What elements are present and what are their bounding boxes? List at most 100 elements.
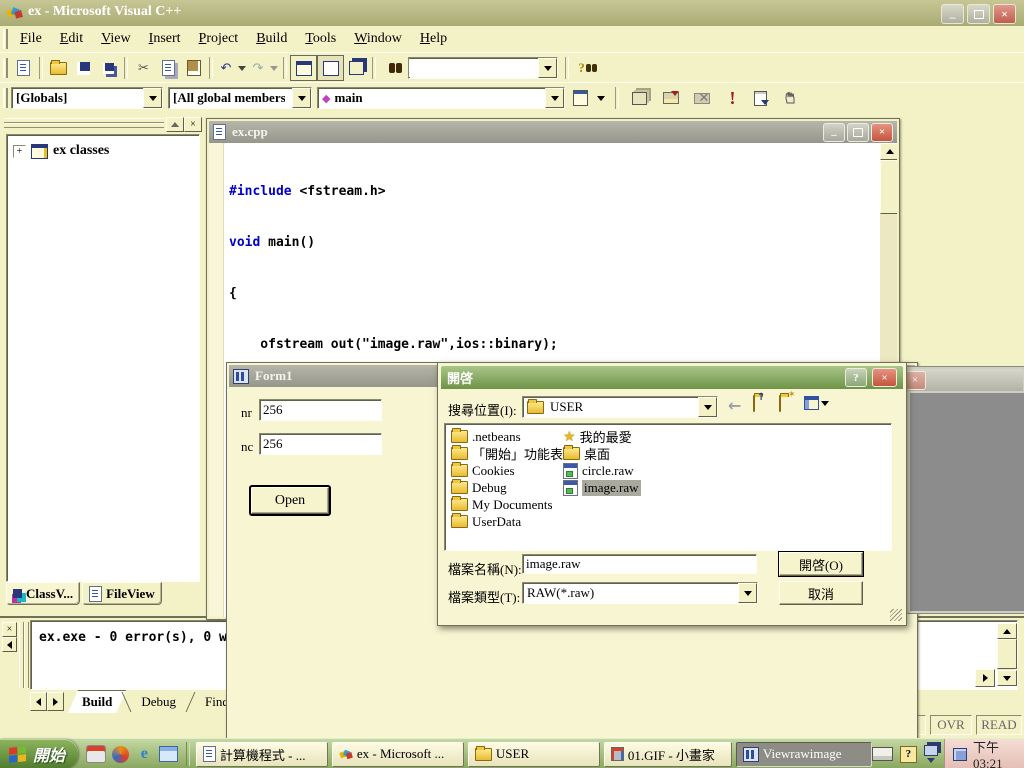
find-combo-dropdown[interactable]: [538, 58, 557, 78]
list-item-selected[interactable]: image.raw: [563, 479, 641, 496]
wizardbar-grip[interactable]: [3, 88, 8, 108]
remote-display-icon[interactable]: [924, 745, 938, 763]
tabs-scroll-left[interactable]: [30, 692, 47, 711]
scroll-thumb[interactable]: [997, 639, 1017, 669]
save-all-icon[interactable]: [96, 56, 121, 80]
member-dropdown[interactable]: [545, 88, 564, 108]
restore-button[interactable]: [967, 4, 990, 24]
help-icon[interactable]: ?: [900, 746, 917, 763]
new-folder-icon[interactable]: ✶: [779, 396, 781, 412]
dialog-cancel-button[interactable]: 取消: [779, 581, 863, 605]
menu-project[interactable]: Project: [190, 27, 248, 51]
output-pane-icon[interactable]: [317, 55, 344, 81]
task-calculator-doc[interactable]: 計算機程式 - ...: [196, 742, 328, 767]
task-user-folder[interactable]: USER: [468, 742, 600, 767]
window-list-icon[interactable]: [344, 56, 369, 80]
scope-combo[interactable]: [Globals]: [11, 87, 163, 109]
view-menu-icon[interactable]: [804, 396, 829, 410]
start-button[interactable]: 開始: [0, 739, 78, 768]
nc-input[interactable]: [259, 433, 382, 455]
close-button[interactable]: ×: [993, 4, 1016, 24]
build-icon[interactable]: [658, 86, 683, 110]
look-in-combo[interactable]: USER: [522, 396, 718, 418]
list-item[interactable]: circle.raw: [563, 462, 641, 479]
menu-file[interactable]: File: [11, 27, 51, 51]
internet-explorer-icon[interactable]: e: [135, 745, 153, 763]
list-item[interactable]: 桌面: [563, 445, 641, 462]
filter-dropdown[interactable]: [292, 88, 311, 108]
keyboard-icon[interactable]: [872, 747, 893, 761]
back-icon[interactable]: ←: [728, 396, 741, 415]
stop-build-icon[interactable]: ✕: [689, 86, 714, 110]
editor-maximize-button[interactable]: [847, 123, 869, 142]
file-type-dropdown[interactable]: [738, 583, 757, 603]
undo-dropdown-icon[interactable]: [236, 56, 248, 80]
filter-combo[interactable]: [All global members: [168, 87, 312, 109]
tree-expand-icon[interactable]: +: [13, 145, 26, 158]
tab-build[interactable]: Build: [68, 690, 126, 713]
editor-title-bar[interactable]: ex.cpp – ×: [209, 121, 897, 143]
up-one-level-icon[interactable]: ↑: [753, 396, 755, 412]
cut-icon[interactable]: ✂: [131, 56, 156, 80]
editor-scroll-thumb[interactable]: [880, 160, 897, 214]
list-item[interactable]: UserData: [451, 513, 563, 530]
dialog-open-button[interactable]: 開啓(O): [779, 552, 863, 576]
menu-build[interactable]: Build: [247, 27, 296, 51]
tab-fileview[interactable]: FileView: [82, 582, 162, 605]
nr-input[interactable]: [259, 399, 382, 421]
paste-icon[interactable]: [181, 56, 206, 80]
insert-breakpoint-icon[interactable]: [778, 86, 803, 110]
tree-root-label[interactable]: ex classes: [53, 143, 109, 159]
find-combo[interactable]: [408, 57, 558, 79]
dialog-close-button[interactable]: ×: [872, 368, 897, 387]
task-paint[interactable]: 01.GIF - 小畫家: [604, 742, 732, 767]
editor-scroll-up-icon[interactable]: [880, 143, 897, 160]
toolbar-grip[interactable]: [3, 58, 8, 78]
output-close-button[interactable]: ×: [2, 622, 17, 637]
copy-icon[interactable]: [156, 56, 181, 80]
menu-view[interactable]: View: [92, 27, 140, 51]
file-type-combo[interactable]: RAW(*.raw): [522, 582, 758, 604]
find-in-files-icon[interactable]: [379, 56, 404, 80]
main-title-bar[interactable]: ex - Microsoft Visual C++ – ×: [0, 0, 1024, 26]
open-dialog-title-bar[interactable]: 開啓 ? ×: [441, 366, 903, 389]
menu-help[interactable]: Help: [411, 27, 456, 51]
outlook-express-icon[interactable]: [159, 746, 178, 762]
find-input[interactable]: [409, 59, 533, 77]
dialog-help-button[interactable]: ?: [845, 368, 867, 387]
menu-insert[interactable]: Insert: [140, 27, 190, 51]
save-icon[interactable]: [71, 56, 96, 80]
panel-grip2[interactable]: [4, 123, 164, 128]
tab-debug[interactable]: Debug: [127, 691, 190, 713]
view-window-close-button[interactable]: ×: [904, 371, 926, 390]
task-viewrawimage[interactable]: Viewrawimage: [736, 742, 872, 767]
undo-icon[interactable]: ↶: [216, 56, 236, 80]
output-grip2[interactable]: [24, 622, 29, 688]
compile-icon[interactable]: [627, 86, 652, 110]
look-in-dropdown[interactable]: [698, 397, 717, 417]
view-window-canvas[interactable]: [910, 393, 1024, 611]
open-file-icon[interactable]: [46, 56, 71, 80]
minimize-button[interactable]: –: [941, 4, 964, 24]
output-vscrollbar[interactable]: [997, 623, 1015, 685]
list-item[interactable]: ★我的最愛: [563, 428, 641, 445]
search-help-icon[interactable]: ?: [572, 56, 597, 80]
file-name-input[interactable]: [522, 554, 757, 574]
list-item[interactable]: .netbeans: [451, 428, 563, 445]
file-list[interactable]: .netbeans 「開始」功能表 Cookies Debug My Docum…: [444, 423, 892, 551]
editor-close-button[interactable]: ×: [871, 123, 893, 142]
tabs-scroll-right[interactable]: [47, 692, 64, 711]
panel-pin-button[interactable]: [166, 117, 184, 132]
menu-grip[interactable]: [3, 29, 8, 49]
output-hscroll-right-icon[interactable]: [975, 669, 995, 687]
output-collapse-button[interactable]: [2, 637, 17, 652]
wizard-action-dropdown[interactable]: [595, 86, 607, 110]
list-item[interactable]: Cookies: [451, 462, 563, 479]
tab-classview[interactable]: ClassV...: [6, 582, 80, 605]
redo-icon[interactable]: ↷: [248, 56, 268, 80]
member-combo[interactable]: ◆ main: [317, 87, 565, 109]
scroll-up-icon[interactable]: [997, 623, 1017, 639]
list-item[interactable]: 「開始」功能表: [451, 445, 563, 462]
scope-dropdown[interactable]: [143, 88, 162, 108]
view-window-title-bar[interactable]: ×: [900, 369, 1023, 391]
